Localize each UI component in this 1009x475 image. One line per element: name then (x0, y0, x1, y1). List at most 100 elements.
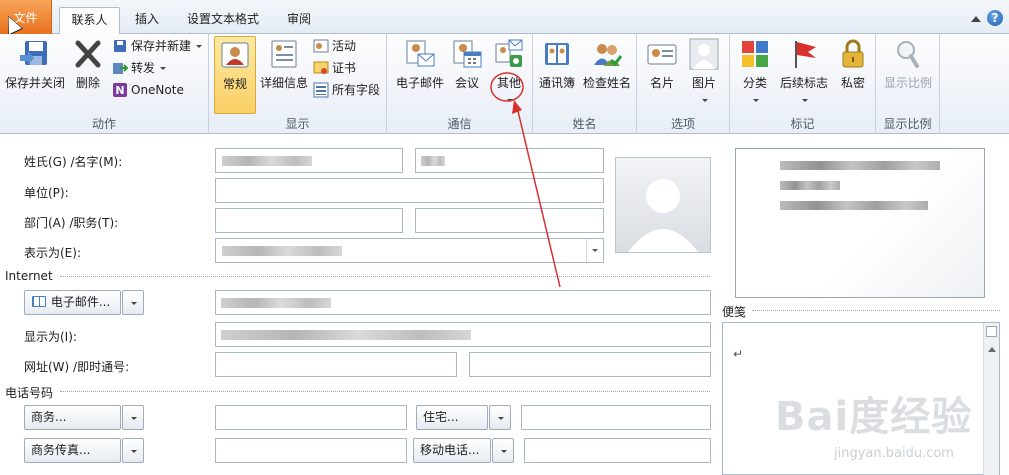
mobile-phone-button[interactable]: 移动电话... (413, 438, 491, 463)
activities-button[interactable]: 活动 (313, 36, 356, 56)
scroll-up-icon[interactable] (988, 347, 996, 352)
web-im-label: 网址(W) /即时通号: (24, 360, 130, 374)
group-label-options: 选项 (670, 117, 695, 131)
home-phone-input[interactable] (521, 405, 711, 430)
person-silhouette-icon (628, 179, 698, 252)
picture-button[interactable]: 图片 (685, 36, 723, 114)
more-communicate-button[interactable]: 其他 (489, 36, 529, 114)
section-divider (60, 276, 710, 277)
activities-icon (313, 38, 329, 54)
business-card-button[interactable]: 名片 (643, 36, 681, 114)
categorize-button[interactable]: 分类 (736, 36, 774, 114)
tab-format-text[interactable]: 设置文本格式 (178, 7, 268, 34)
group-tags: 分类 后续标志 私密 标记 (730, 34, 876, 134)
contact-photo[interactable] (615, 157, 711, 253)
all-fields-icon (313, 82, 329, 98)
tab-insert[interactable]: 插入 (126, 7, 168, 34)
minimize-ribbon-icon[interactable] (971, 16, 981, 22)
job-title-input[interactable] (415, 208, 604, 233)
last-name-input[interactable] (215, 148, 403, 173)
blurred-text (222, 156, 312, 166)
blurred-text (780, 181, 840, 190)
business-fax-dropdown[interactable] (122, 438, 144, 463)
email-icon (404, 38, 436, 70)
business-card-preview[interactable] (735, 148, 985, 298)
business-fax-button[interactable]: 商务传真... (24, 438, 121, 463)
email-input[interactable] (215, 290, 711, 315)
meeting-button[interactable]: 会议 (449, 36, 485, 114)
chevron-down-icon[interactable] (586, 239, 603, 262)
categorize-icon (739, 38, 771, 70)
display-as-label: 显示为(I): (24, 330, 77, 344)
watermark-brand: Bai度经验 (775, 394, 973, 440)
business-fax-input[interactable] (215, 438, 407, 463)
business-phone-input[interactable] (215, 405, 407, 430)
blurred-text (780, 201, 928, 210)
onenote-button[interactable]: N OneNote (112, 80, 184, 100)
svg-text:N: N (115, 84, 124, 97)
delete-x-icon (72, 38, 104, 70)
save-close-button[interactable]: 保存并关闭 (2, 36, 68, 114)
mobile-phone-input[interactable] (524, 438, 711, 463)
file-as-combo[interactable] (215, 238, 604, 263)
chevron-down-icon (160, 66, 167, 70)
group-label-names: 姓名 (572, 117, 597, 131)
ribbon-tab-bar: 文件 联系人 插入 设置文本格式 审阅 ? (0, 0, 1009, 34)
group-zoom: 显示比例 显示比例 (876, 34, 940, 134)
im-address-input[interactable] (469, 352, 711, 377)
internet-section-title: Internet (5, 269, 53, 283)
forward-contact-icon (112, 60, 129, 76)
email-button[interactable]: 电子邮件 (392, 36, 448, 114)
check-names-icon (591, 38, 623, 70)
business-phone-dropdown[interactable] (122, 405, 144, 430)
notes-expand-icon[interactable] (986, 326, 997, 337)
blurred-text (221, 298, 331, 308)
tab-contact[interactable]: 联系人 (59, 7, 120, 34)
email-type-button[interactable]: 电子邮件... (24, 290, 121, 315)
general-button[interactable]: 常规 (214, 36, 256, 114)
section-divider (60, 391, 710, 392)
tab-review[interactable]: 审阅 (280, 7, 318, 34)
window-controls: ? (971, 10, 1003, 26)
blurred-text (421, 156, 445, 166)
address-book-small-icon (31, 293, 47, 309)
address-book-button[interactable]: 通讯簿 (537, 36, 577, 114)
meeting-calendar-icon (451, 38, 483, 70)
delete-button[interactable]: 删除 (70, 36, 106, 114)
help-icon[interactable]: ? (987, 10, 1003, 26)
certificate-icon (313, 60, 329, 76)
details-list-icon (268, 38, 300, 70)
chevron-down-icon (196, 44, 203, 48)
follow-up-button[interactable]: 后续标志 (778, 36, 830, 114)
notes-content: ↵ (733, 347, 744, 361)
mobile-phone-dropdown[interactable] (492, 438, 514, 463)
business-phone-button[interactable]: 商务... (24, 405, 121, 430)
check-names-button[interactable]: 检查姓名 (579, 36, 635, 114)
all-fields-button[interactable]: 所有字段 (313, 80, 380, 100)
email-type-dropdown[interactable] (122, 290, 144, 315)
picture-silhouette-icon (688, 38, 720, 70)
private-button[interactable]: 私密 (834, 36, 872, 114)
name-label: 姓氏(G) /名字(M): (24, 155, 123, 169)
notes-scrollbar[interactable] (983, 323, 999, 475)
department-input[interactable] (215, 208, 403, 233)
phone-section-title: 电话号码 (5, 386, 54, 400)
chevron-down-icon (753, 99, 759, 102)
zoom-button[interactable]: 显示比例 (878, 36, 938, 114)
details-button[interactable]: 详细信息 (259, 36, 309, 114)
display-as-input[interactable] (215, 322, 711, 347)
save-new-button[interactable]: 保存并新建 (112, 36, 203, 56)
company-input[interactable] (215, 178, 604, 203)
home-phone-button[interactable]: 住宅... (416, 405, 488, 430)
section-divider (752, 310, 1000, 311)
group-label-actions: 动作 (91, 117, 116, 131)
blurred-text (221, 330, 471, 340)
home-phone-dropdown[interactable] (489, 405, 511, 430)
chevron-down-icon (802, 99, 808, 102)
chevron-down-icon (702, 99, 708, 102)
web-page-input[interactable] (215, 352, 457, 377)
certificates-button[interactable]: 证书 (313, 58, 356, 78)
forward-button[interactable]: 转发 (112, 58, 167, 78)
first-name-input[interactable] (415, 148, 604, 173)
save-new-icon (112, 38, 128, 54)
